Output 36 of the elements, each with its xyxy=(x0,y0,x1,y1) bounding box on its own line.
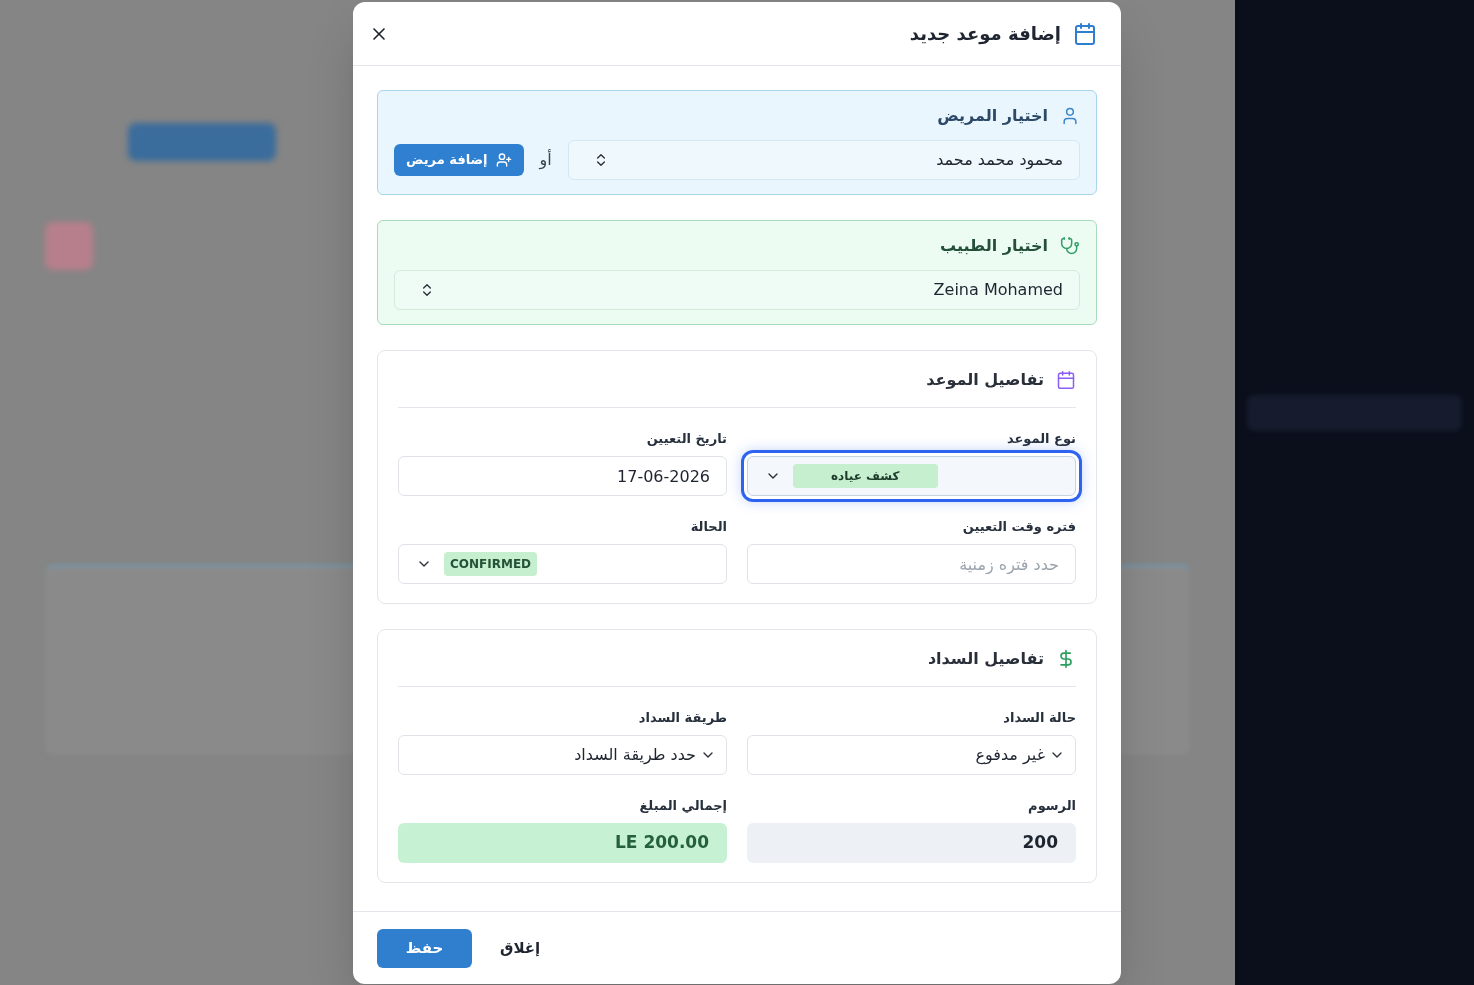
field-label: فتره وقت التعيين xyxy=(961,518,1076,536)
patient-select[interactable]: محمود محمد محمد xyxy=(567,140,1080,180)
calendar-icon xyxy=(1056,370,1076,390)
user-plus-icon xyxy=(495,152,512,168)
save-button[interactable]: حفظ xyxy=(377,928,472,968)
text-input[interactable]: 17-06-2026 xyxy=(398,456,727,496)
add-patient-button[interactable]: إضافة مريض xyxy=(394,144,524,176)
select-value: حدد طريقة السداد xyxy=(574,744,696,766)
section-title: تفاصيل السداد xyxy=(927,648,1044,670)
field-label: طريقة السداد xyxy=(637,709,727,727)
user-icon xyxy=(1060,106,1080,126)
dropdown-select[interactable]: غير مدفوع xyxy=(747,735,1076,775)
field-label: الحالة xyxy=(689,518,727,536)
field-label: تاريخ التعيين xyxy=(645,430,727,448)
total-amount-field: LE 200.00 xyxy=(398,823,727,863)
or-text: أو xyxy=(539,148,552,172)
doctor-select[interactable]: Zeina Mohamed xyxy=(394,270,1080,310)
section-title: اختيار المريض xyxy=(937,105,1048,127)
section-title: اختيار الطبيب xyxy=(940,235,1048,257)
field-label: حالة السداد xyxy=(1002,709,1076,727)
blurred-page-tile xyxy=(45,222,93,270)
dialog-title: إضافة موعد جديد xyxy=(909,22,1061,47)
status-chip: CONFIRMED xyxy=(444,552,538,576)
select-value: غير مدفوع xyxy=(975,744,1045,767)
tag-chip: كشف عياده xyxy=(793,464,938,488)
field-label: الرسوم xyxy=(1027,797,1076,815)
field-label: نوع الموعد xyxy=(1005,430,1076,448)
text-input[interactable]: حدد فتره زمنية xyxy=(747,544,1076,584)
status-dropdown[interactable]: CONFIRMED xyxy=(398,544,727,584)
calendar-icon xyxy=(1073,21,1097,46)
stethoscope-icon xyxy=(1060,236,1080,256)
dropdown-select[interactable]: حدد طريقة السداد xyxy=(398,735,727,775)
fee-field[interactable]: 200 xyxy=(747,823,1076,863)
field-label: إجمالي المبلغ xyxy=(638,797,727,815)
close-text-button[interactable]: إغلاق xyxy=(484,928,557,968)
section-title: تفاصيل الموعد xyxy=(926,369,1044,391)
